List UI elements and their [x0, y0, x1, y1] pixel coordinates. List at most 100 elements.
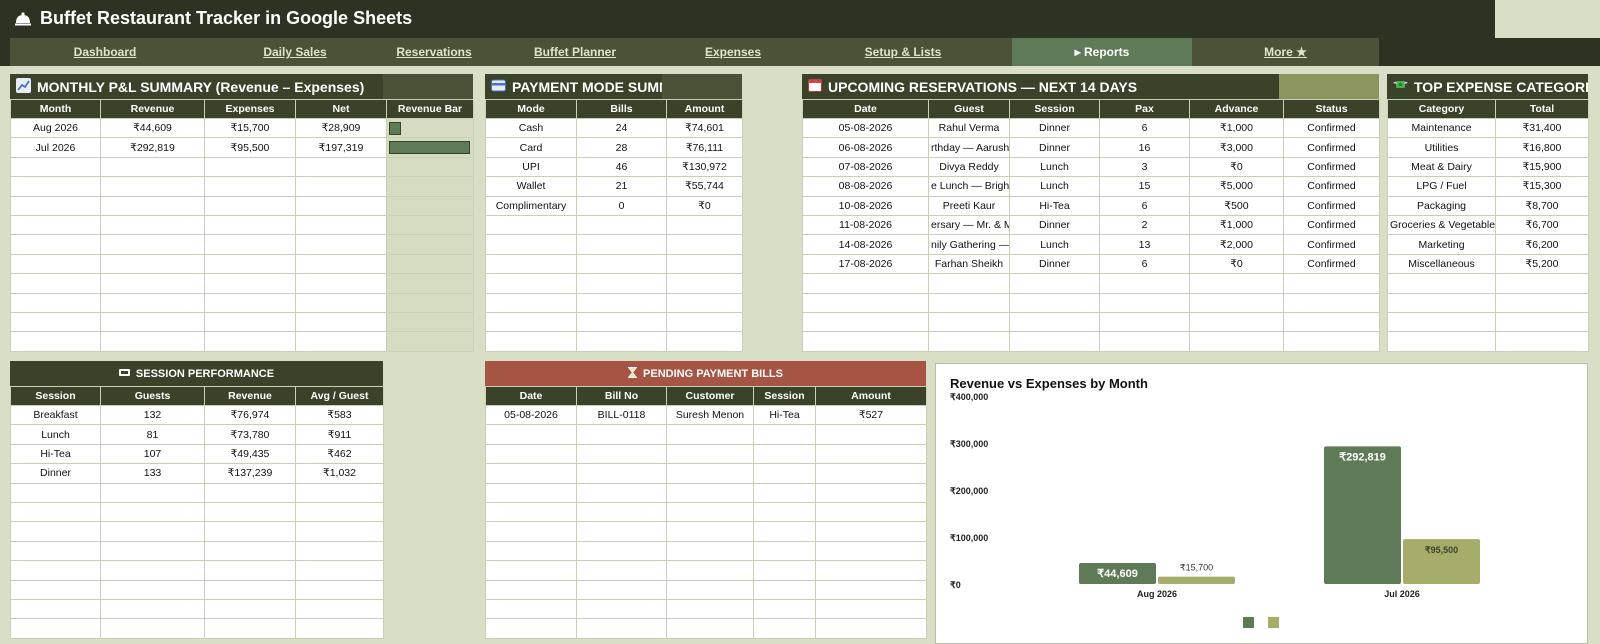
table-cell[interactable]: Jul 2026 — [10, 137, 101, 158]
table-cell[interactable] — [295, 501, 384, 523]
table-cell[interactable] — [295, 540, 384, 562]
table-cell[interactable] — [1495, 331, 1589, 352]
table-cell[interactable] — [1189, 292, 1284, 313]
table-cell[interactable] — [10, 579, 101, 600]
table-cell[interactable] — [815, 424, 927, 445]
table-cell[interactable]: Hi-Tea — [753, 404, 816, 426]
table-cell[interactable]: Aug 2026 — [10, 117, 101, 139]
table-cell[interactable] — [295, 331, 387, 352]
table-cell[interactable] — [204, 292, 296, 313]
table-cell[interactable]: 08-08-2026 — [802, 176, 929, 197]
table-cell[interactable] — [10, 234, 101, 255]
table-cell[interactable] — [10, 156, 101, 178]
table-cell[interactable] — [576, 214, 667, 236]
table-cell[interactable] — [204, 501, 296, 523]
tab-reservations[interactable]: Reservations — [390, 38, 478, 66]
table-cell[interactable]: ₹137,239 — [204, 463, 296, 484]
table-cell[interactable]: 13 — [1099, 234, 1190, 255]
table-cell[interactable] — [204, 579, 296, 600]
table-cell[interactable]: Card — [485, 137, 577, 158]
table-cell[interactable]: rthday — Aarush (1 — [928, 137, 1010, 158]
table-cell[interactable] — [1009, 273, 1100, 294]
table-cell[interactable]: Utilities — [1387, 137, 1496, 158]
table-cell[interactable]: 05-08-2026 — [485, 404, 577, 426]
table-cell[interactable] — [753, 482, 816, 503]
table-cell[interactable] — [1009, 331, 1100, 352]
revenue-bar-cell[interactable] — [386, 156, 474, 178]
table-cell[interactable] — [666, 560, 754, 581]
table-cell[interactable] — [753, 443, 816, 465]
table-cell[interactable] — [802, 273, 929, 294]
table-cell[interactable] — [100, 618, 205, 639]
table-cell[interactable]: 15 — [1099, 176, 1190, 197]
table-cell[interactable]: ₹0 — [666, 195, 743, 216]
table-cell[interactable] — [485, 598, 577, 620]
table-cell[interactable] — [753, 560, 816, 581]
table-cell[interactable] — [295, 176, 387, 197]
table-cell[interactable] — [576, 311, 667, 333]
table-cell[interactable]: Maintenance — [1387, 117, 1496, 139]
table-cell[interactable] — [576, 273, 667, 294]
table-cell[interactable]: Lunch — [1009, 156, 1100, 178]
table-cell[interactable] — [1283, 273, 1380, 294]
table-cell[interactable]: ₹197,319 — [295, 137, 387, 158]
revenue-bar-cell[interactable] — [386, 117, 474, 139]
table-cell[interactable]: Dinner — [1009, 137, 1100, 158]
table-cell[interactable]: Lunch — [1009, 176, 1100, 197]
table-cell[interactable]: ₹74,601 — [666, 117, 743, 139]
table-cell[interactable] — [576, 521, 667, 542]
table-cell[interactable] — [100, 234, 205, 255]
table-cell[interactable] — [485, 463, 577, 484]
table-cell[interactable] — [666, 273, 743, 294]
table-cell[interactable]: Confirmed — [1283, 137, 1380, 158]
tab-reports[interactable]: ▸ Reports — [1012, 38, 1192, 66]
table-cell[interactable] — [1387, 273, 1496, 294]
table-cell[interactable]: ₹15,700 — [204, 117, 296, 139]
table-cell[interactable] — [295, 521, 384, 542]
table-cell[interactable] — [100, 579, 205, 600]
table-cell[interactable]: Confirmed — [1283, 117, 1380, 139]
table-cell[interactable] — [1009, 292, 1100, 313]
table-cell[interactable]: Confirmed — [1283, 253, 1380, 275]
table-cell[interactable] — [295, 253, 387, 275]
table-cell[interactable] — [815, 443, 927, 465]
table-cell[interactable]: Confirmed — [1283, 176, 1380, 197]
table-cell[interactable] — [815, 618, 927, 639]
table-cell[interactable] — [10, 253, 101, 275]
table-cell[interactable] — [100, 501, 205, 523]
table-cell[interactable] — [100, 331, 205, 352]
table-cell[interactable]: Meat & Dairy — [1387, 156, 1496, 178]
table-cell[interactable] — [295, 579, 384, 600]
table-cell[interactable] — [10, 311, 101, 333]
table-cell[interactable]: ₹95,500 — [204, 137, 296, 158]
table-cell[interactable] — [1283, 331, 1380, 352]
table-cell[interactable] — [295, 156, 387, 178]
revenue-bar-cell[interactable] — [386, 311, 474, 333]
table-cell[interactable] — [666, 234, 743, 255]
table-cell[interactable] — [666, 292, 743, 313]
table-cell[interactable] — [928, 273, 1010, 294]
table-cell[interactable] — [815, 521, 927, 542]
tab-buffet-planner[interactable]: Buffet Planner — [478, 38, 672, 66]
table-cell[interactable] — [204, 521, 296, 542]
table-cell[interactable]: 133 — [100, 463, 205, 484]
table-cell[interactable]: 132 — [100, 404, 205, 426]
table-cell[interactable] — [485, 443, 577, 465]
table-cell[interactable] — [100, 482, 205, 503]
table-cell[interactable] — [100, 176, 205, 197]
table-cell[interactable]: ₹2,000 — [1189, 234, 1284, 255]
table-cell[interactable] — [204, 176, 296, 197]
table-cell[interactable]: LPG / Fuel — [1387, 176, 1496, 197]
revenue-bar-cell[interactable] — [386, 273, 474, 294]
table-cell[interactable] — [485, 214, 577, 236]
table-cell[interactable] — [666, 331, 743, 352]
table-cell[interactable]: ₹6,200 — [1495, 234, 1589, 255]
table-cell[interactable]: 2 — [1099, 214, 1190, 236]
table-cell[interactable] — [928, 292, 1010, 313]
table-cell[interactable] — [1009, 311, 1100, 333]
table-cell[interactable]: Groceries & Vegetables — [1387, 214, 1496, 236]
table-cell[interactable]: Cash — [485, 117, 577, 139]
table-cell[interactable] — [295, 292, 387, 313]
table-cell[interactable] — [1189, 273, 1284, 294]
table-cell[interactable]: 17-08-2026 — [802, 253, 929, 275]
